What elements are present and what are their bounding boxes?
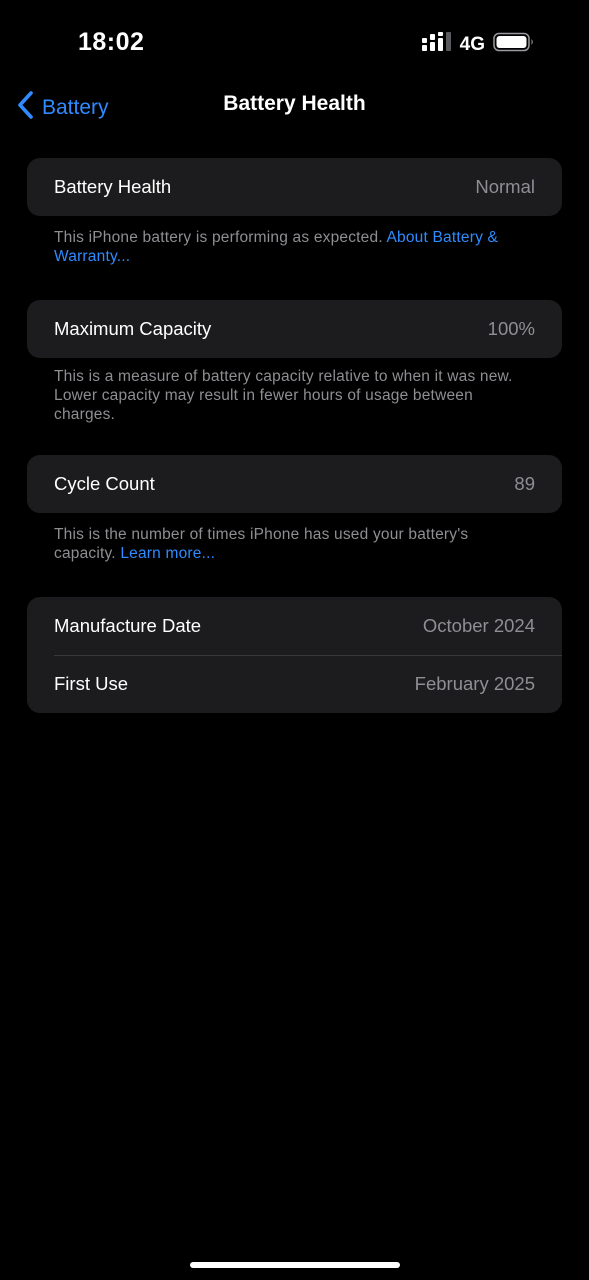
battery-health-card: Battery Health Normal <box>27 158 562 216</box>
cycle-count-label: Cycle Count <box>54 473 155 494</box>
battery-health-screen: 18:02 4G Battery Battery Health Battery … <box>0 0 589 1280</box>
cycle-count-footnote: This is the number of times iPhone has u… <box>54 525 534 563</box>
cycle-count-card: Cycle Count 89 <box>27 455 562 513</box>
home-indicator[interactable] <box>190 1262 400 1268</box>
manufacture-date-label: Manufacture Date <box>54 615 202 636</box>
battery-health-label: Battery Health <box>54 176 172 197</box>
status-time: 18:02 <box>78 28 145 56</box>
learn-more-link[interactable]: Learn more... <box>120 545 215 562</box>
first-use-value: February 2025 <box>414 673 535 694</box>
manufacture-date-value: October 2024 <box>422 615 535 636</box>
dates-card: Manufacture Date October 2024 First Use … <box>27 597 562 713</box>
page-title: Battery Health <box>223 92 366 115</box>
maximum-capacity-card: Maximum Capacity 100% <box>27 300 562 358</box>
maximum-capacity-footnote: This is a measure of battery capacity re… <box>54 368 513 423</box>
cycle-count-value: 89 <box>514 473 535 494</box>
cycle-count-row: Cycle Count 89 <box>27 455 562 513</box>
network-type: 4G <box>459 33 485 55</box>
battery-icon <box>493 32 535 57</box>
manufacture-date-row: Manufacture Date October 2024 <box>27 597 562 655</box>
battery-health-footnote: This iPhone battery is performing as exp… <box>54 228 534 266</box>
battery-health-row: Battery Health Normal <box>27 158 562 216</box>
cellular-signal-icon <box>421 32 452 57</box>
navigation-bar: Battery Battery Health <box>0 80 589 132</box>
maximum-capacity-row: Maximum Capacity 100% <box>27 300 562 358</box>
maximum-capacity-label: Maximum Capacity <box>54 318 212 339</box>
battery-health-note: This iPhone battery is performing as exp… <box>54 229 383 246</box>
first-use-row: First Use February 2025 <box>27 655 562 713</box>
maximum-capacity-value: 100% <box>487 318 535 339</box>
battery-health-value: Normal <box>475 176 535 197</box>
cycle-count-note: This is the number of times iPhone has u… <box>54 526 469 562</box>
status-indicators: 4G <box>421 32 535 57</box>
first-use-label: First Use <box>54 673 128 694</box>
status-bar: 18:02 4G <box>0 0 589 88</box>
